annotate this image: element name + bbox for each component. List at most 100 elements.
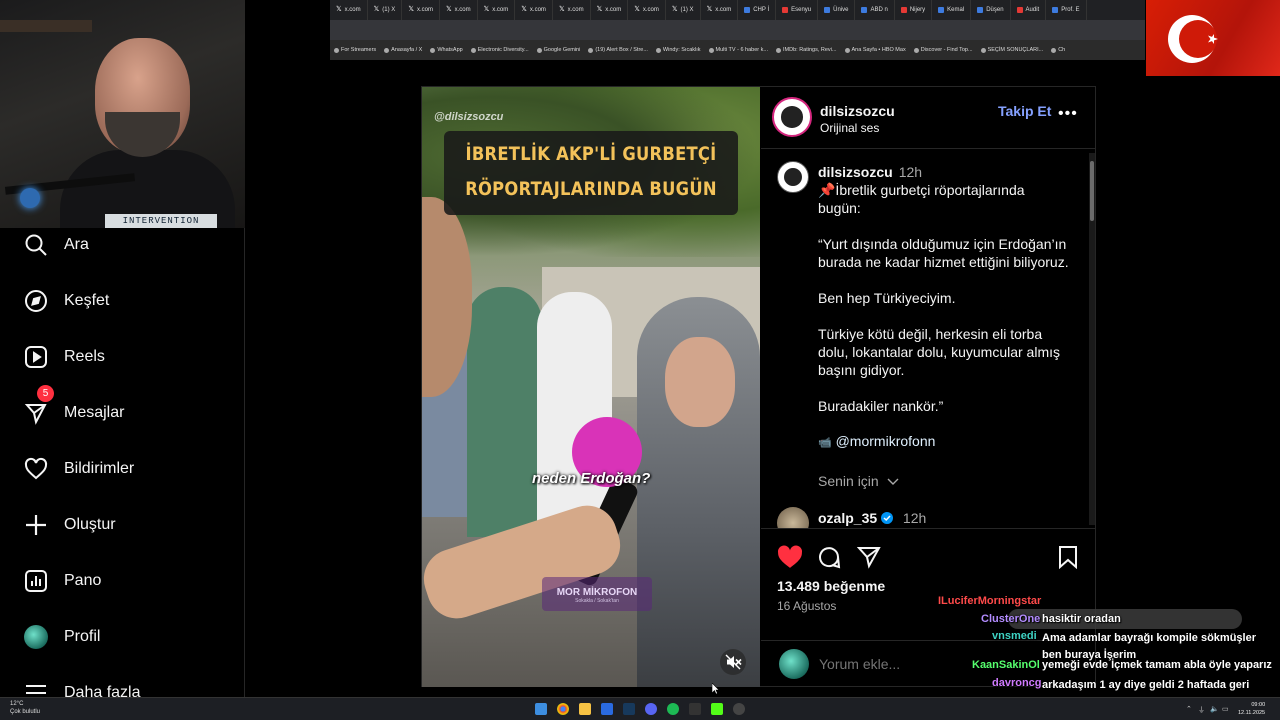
mention-link[interactable]: @mormikrofonn — [836, 433, 936, 449]
nav-item-more[interactable]: Daha fazla — [0, 669, 244, 700]
obs-icon[interactable] — [733, 703, 745, 715]
caption-line: Ben hep Türkiyeciyim. — [818, 290, 956, 306]
verified-icon — [881, 512, 894, 524]
reel-video[interactable]: @dilsizsozcu İBRETLİK AKP'Lİ GURBETÇİ RÖ… — [422, 87, 760, 687]
bookmark[interactable]: Google Gemini — [533, 47, 585, 53]
nav-item-explore[interactable]: Keşfet — [0, 277, 244, 325]
browser-tab[interactable]: 𝕏 (1) X — [368, 0, 403, 20]
mute-icon[interactable] — [720, 649, 746, 675]
bookmark-icon — [430, 47, 436, 53]
audio-label[interactable]: Orijinal ses — [820, 121, 879, 135]
browser-tab[interactable]: Prof. E — [1046, 0, 1087, 20]
bookmark[interactable]: Electronic Diversity... — [467, 47, 533, 53]
epic-games-icon[interactable] — [689, 703, 701, 715]
tab-label: x.com — [715, 7, 732, 13]
start-icon[interactable] — [535, 703, 547, 715]
bookmark-icon — [536, 47, 542, 53]
bookmark[interactable]: Anasayfa / X — [380, 47, 426, 53]
tab-label: Düşen — [986, 7, 1004, 13]
like-icon[interactable] — [777, 545, 803, 569]
volume-icon[interactable]: 🔈 — [1210, 705, 1219, 713]
weather-widget[interactable]: 12°C Çok bulutlu — [10, 700, 40, 716]
browser-tab[interactable]: Kemal — [932, 0, 972, 20]
browser-tab[interactable]: 𝕏x.com — [440, 0, 478, 20]
browser-tab[interactable]: 𝕏x.com — [628, 0, 666, 20]
system-clock[interactable]: 09:00 12.11.2025 — [1238, 701, 1265, 717]
chrome-icon[interactable] — [557, 703, 569, 715]
bookmark[interactable]: Ana Sayfa • HBO Max — [841, 47, 910, 53]
browser-tab[interactable]: Nijery — [895, 0, 933, 20]
caption-line: “Yurt dışında olduğumuz için Erdoğan’ın — [818, 236, 1067, 252]
browser-tab[interactable]: Audit — [1011, 0, 1047, 20]
browser-tab[interactable]: Ünive — [818, 0, 856, 20]
browser-tab[interactable]: 𝕏x.com — [330, 0, 368, 20]
bookmark[interactable]: WhatsApp — [426, 47, 466, 53]
caption-username[interactable]: dilsizsozcu — [818, 164, 893, 180]
network-icon[interactable]: ⏚ — [1198, 705, 1205, 715]
nav-item-create[interactable]: Oluştur — [0, 501, 244, 549]
bookmark-icon — [384, 47, 390, 53]
bookmark[interactable]: Windy: Sıcaklık — [652, 47, 705, 53]
browser-tab[interactable]: ABD n — [855, 0, 895, 20]
browser-tab[interactable]: 𝕏x.com — [478, 0, 516, 20]
browser-tab[interactable]: 𝕏x.com — [701, 0, 739, 20]
like-count[interactable]: 13.489 beğenme — [777, 578, 885, 594]
browser-tab[interactable]: 𝕏x.com — [553, 0, 591, 20]
follow-button[interactable]: Takip Et — [998, 103, 1051, 119]
save-icon[interactable] — [1057, 545, 1079, 569]
bookmark-icon — [980, 47, 986, 53]
comment-username[interactable]: ozalp_35 — [818, 510, 877, 526]
caption-line: başını gidiyor. — [818, 362, 905, 378]
nav-item-reels[interactable]: Reels — [0, 333, 244, 381]
nav-item-messages[interactable]: 5 Mesajlar — [0, 385, 244, 437]
app-icon[interactable] — [601, 703, 613, 715]
bookmark[interactable]: (19) Alert Box / Stre... — [584, 47, 652, 53]
caption-avatar[interactable] — [777, 161, 809, 193]
for-you-label[interactable]: Senin için — [818, 472, 1078, 490]
browser-tab[interactable]: Düşen — [971, 0, 1011, 20]
bookmark[interactable]: Ch — [1047, 47, 1069, 53]
bookmark-label: SEÇİM SONUÇLARI... — [987, 47, 1044, 53]
logo-title: MOR MİKROFON — [556, 587, 638, 598]
scrollbar-thumb[interactable] — [1090, 161, 1094, 221]
bookmark[interactable]: Discover - Find Top... — [910, 47, 977, 53]
battery-icon[interactable]: ▭ — [1222, 705, 1229, 713]
tab-label: x.com — [529, 7, 546, 13]
comments-scrollbar[interactable] — [1089, 153, 1095, 525]
news-icon — [744, 7, 751, 13]
steam-icon[interactable] — [623, 703, 635, 715]
author-avatar[interactable] — [772, 97, 812, 137]
nav-item-dashboard[interactable]: Pano — [0, 557, 244, 605]
spotify-icon[interactable] — [667, 703, 679, 715]
browser-tab[interactable]: 𝕏x.com — [591, 0, 629, 20]
comment-icon[interactable] — [817, 545, 841, 569]
news-icon — [1052, 7, 1059, 13]
author-username[interactable]: dilsizsozcu — [820, 103, 895, 119]
file-explorer-icon[interactable] — [579, 703, 591, 715]
browser-tab[interactable]: 𝕏x.com — [402, 0, 440, 20]
browser-tab[interactable]: Esenyu — [776, 0, 819, 20]
bookmark[interactable]: SEÇİM SONUÇLARI... — [977, 47, 1048, 53]
bookmark[interactable]: For Streamers — [330, 47, 380, 53]
tab-label: Prof. E — [1061, 7, 1080, 13]
bookmark[interactable]: Multi TV - 6 haber k... — [705, 47, 772, 53]
bookmark-label: (19) Alert Box / Stre... — [595, 47, 648, 53]
chat-username: ClusterOne — [981, 613, 1041, 625]
browser-tab[interactable]: CHP İ — [738, 0, 777, 20]
x-icon: 𝕏 — [445, 6, 452, 13]
comment-avatar[interactable] — [777, 507, 809, 528]
share-icon[interactable] — [857, 545, 881, 569]
tray-chevron-icon[interactable]: ⌃ — [1186, 705, 1192, 713]
x-icon: 𝕏 — [558, 6, 565, 13]
video-interviewee-face — [665, 337, 735, 427]
kick-icon[interactable] — [711, 703, 723, 715]
nav-item-notifications[interactable]: Bildirimler — [0, 445, 244, 493]
nav-item-profile[interactable]: Profil — [0, 613, 244, 661]
nav-item-search[interactable]: Ara — [0, 228, 244, 269]
bookmark[interactable]: IMDb: Ratings, Revi... — [772, 47, 841, 53]
browser-tab[interactable]: 𝕏 (1) X — [666, 0, 701, 20]
browser-tab[interactable]: 𝕏x.com — [515, 0, 553, 20]
more-options-button[interactable]: ••• — [1058, 105, 1078, 123]
post-header: dilsizsozcu Orijinal ses Takip Et ••• — [761, 87, 1096, 149]
discord-icon[interactable] — [645, 703, 657, 715]
